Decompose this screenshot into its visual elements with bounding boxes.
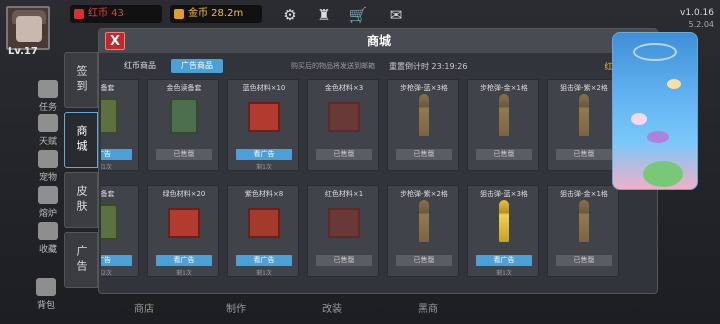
close-button[interactable]: X [105,32,125,50]
ad-button[interactable]: 广告 [101,149,132,160]
goods-card[interactable]: 步枪弹-金×1格 已售罄 [467,79,539,171]
goods-card[interactable]: 绿色材料×20 看广告 剩1次 [147,185,219,277]
sold-out-button: 已售罄 [556,149,612,160]
material-box-icon [248,102,280,132]
ranking-icon[interactable]: ♜ [314,6,334,24]
sold-out-button: 已售罄 [396,149,452,160]
material-box-icon [328,208,360,238]
bottom-nav-modify[interactable]: 改装 [322,300,342,315]
menu-pet[interactable]: 宠物 [30,150,66,183]
material-box-icon [168,208,200,238]
goods-card[interactable]: 狙击弹-金×1格 已售罄 [547,185,619,277]
version-sub-label: 5.2.04 [688,20,714,29]
goods-card[interactable]: 金色材料×3 已售罄 [307,79,379,171]
bottom-nav-black-market[interactable]: 黑商 [418,300,438,315]
goods-card[interactable]: 蓝色材料×10 看广告 剩1次 [227,79,299,171]
sold-out-button: 已售罄 [396,255,452,266]
player-avatar[interactable] [6,6,50,50]
sold-out-button: 已售罄 [556,255,612,266]
goods-grid: 读备套广告剩1次 金色读备套已售罄 蓝色材料×10看广告剩1次 金色材料×3已售… [101,79,657,289]
tab-skin[interactable]: 皮肤 [64,172,98,228]
red-coin-counter: 红币 43 [70,5,162,23]
material-box-icon [248,208,280,238]
red-coin-icon [74,9,84,19]
goods-card[interactable]: 读备套广告剩1次 [101,79,139,171]
menu-backpack[interactable]: 背包 [28,278,64,311]
paw-icon [38,150,58,168]
goods-card[interactable]: 狙击弹-紫×2格 已售罄 [547,79,619,171]
backpack-icon [36,278,56,296]
goods-card[interactable]: 步枪弹-蓝×3格 已售罄 [387,79,459,171]
goods-card[interactable]: 狙击弹-蓝×3格 看广告 剩1次 [467,185,539,277]
world-minimap[interactable] [612,32,698,190]
modal-title: 商城 [99,29,659,53]
player-level: Lv.17 [8,46,38,57]
sold-out-button: 已售罄 [316,149,372,160]
menu-collection[interactable]: 收藏 [30,222,66,255]
bullet-icon [419,94,429,136]
goods-card[interactable]: 步枪弹-紫×2格 已售罄 [387,185,459,277]
bullet-icon [499,200,509,242]
equipment-kit-icon [101,98,118,134]
bullet-icon [499,94,509,136]
watch-ad-button[interactable]: 看广告 [236,255,292,266]
tab-mall[interactable]: 商城 [64,112,98,168]
watch-ad-button[interactable]: 看广告 [156,255,212,266]
goods-card[interactable]: 红色材料×1 已售罄 [307,185,379,277]
talent-icon [38,114,58,132]
goods-card[interactable]: 紫色材料×8 看广告 剩1次 [227,185,299,277]
sold-out-button: 已售罄 [156,149,212,160]
goods-card[interactable]: 金色读备套 已售罄 [147,79,219,171]
shopping-cart-icon[interactable]: 🛒 [348,6,368,24]
tab-ad-goods[interactable]: 广告商品 [171,59,223,73]
menu-task[interactable]: 任务 [30,80,66,113]
shop-modal: 商城 X 红币商品 广告商品 购买后的物品将发送到邮箱 重置倒计时 23:19:… [98,28,659,294]
bottom-nav-craft[interactable]: 制作 [226,300,246,315]
equipment-kit-icon [101,204,118,240]
reset-countdown: 重置倒计时 23:19:26 [389,62,468,71]
version-label: v1.0.16 [680,8,714,18]
tab-sign-in[interactable]: 签到 [64,52,98,108]
sold-out-button: 已售罄 [316,255,372,266]
gold-coin-counter: 金币 28.2m [170,5,262,23]
settings-gear-icon[interactable]: ⚙ [280,6,300,24]
furnace-icon [38,186,58,204]
ad-button[interactable]: 广告 [101,255,132,266]
watch-ad-button[interactable]: 看广告 [476,255,532,266]
bottom-nav-shop[interactable]: 商店 [134,300,154,315]
tab-ad[interactable]: 广告 [64,232,98,288]
watch-ad-button[interactable]: 看广告 [236,149,292,160]
bullet-icon [579,200,589,242]
tab-red-coin-goods[interactable]: 红币商品 [115,59,165,73]
goods-card[interactable]: 读备套广告剩2次 [101,185,139,277]
gold-coin-icon [174,9,184,19]
material-box-icon [328,102,360,132]
bullet-icon [419,200,429,242]
sold-out-button: 已售罄 [476,149,532,160]
task-icon [38,80,58,98]
menu-talent[interactable]: 天赋 [30,114,66,147]
mail-icon[interactable]: ✉ [386,6,406,24]
menu-furnace[interactable]: 熔炉 [30,186,66,219]
collection-icon [38,222,58,240]
mail-notice: 购买后的物品将发送到邮箱 [291,62,375,70]
equipment-kit-icon [170,98,198,134]
bullet-icon [579,94,589,136]
